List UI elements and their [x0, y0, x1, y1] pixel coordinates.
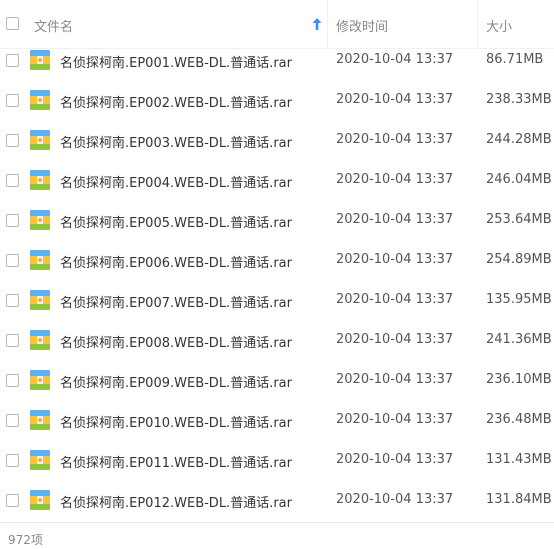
rar-archive-icon: [30, 250, 50, 270]
file-size: 236.10MB: [486, 372, 552, 387]
table-row[interactable]: 名侦探柯南.EP005.WEB-DL.普通话.rar 2020-10-04 13:…: [0, 201, 554, 241]
file-name[interactable]: 名侦探柯南.EP003.WEB-DL.普通话.rar: [60, 132, 292, 151]
modified-time: 2020-10-04 13:37: [336, 92, 454, 107]
rar-archive-icon: [30, 450, 50, 470]
item-count: 972项: [8, 533, 43, 547]
modified-time: 2020-10-04 13:37: [336, 492, 454, 507]
file-name[interactable]: 名侦探柯南.EP011.WEB-DL.普通话.rar: [60, 452, 292, 471]
row-checkbox[interactable]: [6, 374, 19, 387]
table-row[interactable]: 名侦探柯南.EP008.WEB-DL.普通话.rar 2020-10-04 13:…: [0, 321, 554, 361]
modified-time: 2020-10-04 13:37: [336, 452, 454, 467]
table-row[interactable]: 名侦探柯南.EP004.WEB-DL.普通话.rar 2020-10-04 13:…: [0, 161, 554, 201]
table-row[interactable]: 名侦探柯南.EP007.WEB-DL.普通话.rar 2020-10-04 13:…: [0, 281, 554, 321]
table-row[interactable]: 名侦探柯南.EP012.WEB-DL.普通话.rar 2020-10-04 13:…: [0, 481, 554, 521]
file-name[interactable]: 名侦探柯南.EP012.WEB-DL.普通话.rar: [60, 492, 292, 511]
file-size: 131.84MB: [486, 492, 552, 507]
rar-archive-icon: [30, 130, 50, 150]
row-checkbox[interactable]: [6, 294, 19, 307]
row-checkbox[interactable]: [6, 254, 19, 267]
arrow-up-icon[interactable]: [311, 17, 323, 31]
file-size: 246.04MB: [486, 172, 552, 187]
modified-time: 2020-10-04 13:37: [336, 372, 454, 387]
file-size: 244.28MB: [486, 132, 552, 147]
footer-divider: [0, 522, 554, 523]
rar-archive-icon: [30, 490, 50, 510]
modified-time: 2020-10-04 13:37: [336, 52, 454, 67]
rar-archive-icon: [30, 90, 50, 110]
file-list: 文件名 修改时间 大小 名侦探柯南.EP001.WEB-DL.普通话.rar 20…: [0, 0, 554, 549]
file-name[interactable]: 名侦探柯南.EP007.WEB-DL.普通话.rar: [60, 292, 292, 311]
file-name[interactable]: 名侦探柯南.EP008.WEB-DL.普通话.rar: [60, 332, 292, 351]
rar-archive-icon: [30, 290, 50, 310]
file-size: 253.64MB: [486, 212, 552, 227]
row-checkbox[interactable]: [6, 334, 19, 347]
rar-archive-icon: [30, 370, 50, 390]
rar-archive-icon: [30, 170, 50, 190]
file-size: 254.89MB: [486, 252, 552, 267]
file-name[interactable]: 名侦探柯南.EP010.WEB-DL.普通话.rar: [60, 412, 292, 431]
modified-time: 2020-10-04 13:37: [336, 412, 454, 427]
table-row[interactable]: 名侦探柯南.EP010.WEB-DL.普通话.rar 2020-10-04 13:…: [0, 401, 554, 441]
rar-archive-icon: [30, 50, 50, 70]
rar-archive-icon: [30, 330, 50, 350]
row-checkbox[interactable]: [6, 454, 19, 467]
file-size: 241.36MB: [486, 332, 552, 347]
column-header-time-label: 修改时间: [336, 20, 389, 35]
modified-time: 2020-10-04 13:37: [336, 172, 454, 187]
rar-archive-icon: [30, 210, 50, 230]
column-header-size-label: 大小: [486, 20, 513, 35]
table-row[interactable]: 名侦探柯南.EP003.WEB-DL.普通话.rar 2020-10-04 13:…: [0, 121, 554, 161]
select-all-checkbox[interactable]: [6, 17, 19, 30]
row-checkbox[interactable]: [6, 414, 19, 427]
row-checkbox[interactable]: [6, 134, 19, 147]
row-checkbox[interactable]: [6, 494, 19, 507]
file-size: 238.33MB: [486, 92, 552, 107]
table-row[interactable]: 名侦探柯南.EP002.WEB-DL.普通话.rar 2020-10-04 13:…: [0, 81, 554, 121]
column-header-name-label: 文件名: [34, 20, 74, 35]
file-size: 236.48MB: [486, 412, 552, 427]
file-name[interactable]: 名侦探柯南.EP006.WEB-DL.普通话.rar: [60, 252, 292, 271]
file-size: 131.43MB: [486, 452, 552, 467]
modified-time: 2020-10-04 13:37: [336, 132, 454, 147]
rar-archive-icon: [30, 410, 50, 430]
modified-time: 2020-10-04 13:37: [336, 212, 454, 227]
file-name[interactable]: 名侦探柯南.EP004.WEB-DL.普通话.rar: [60, 172, 292, 191]
file-name[interactable]: 名侦探柯南.EP005.WEB-DL.普通话.rar: [60, 212, 292, 231]
file-size: 135.95MB: [486, 292, 552, 307]
modified-time: 2020-10-04 13:37: [336, 332, 454, 347]
row-checkbox[interactable]: [6, 94, 19, 107]
table-row[interactable]: 名侦探柯南.EP006.WEB-DL.普通话.rar 2020-10-04 13:…: [0, 241, 554, 281]
table-row[interactable]: 名侦探柯南.EP009.WEB-DL.普通话.rar 2020-10-04 13:…: [0, 361, 554, 401]
file-rows: 名侦探柯南.EP001.WEB-DL.普通话.rar 2020-10-04 13:…: [0, 41, 554, 521]
modified-time: 2020-10-04 13:37: [336, 252, 454, 267]
row-checkbox[interactable]: [6, 214, 19, 227]
row-checkbox[interactable]: [6, 174, 19, 187]
row-checkbox[interactable]: [6, 54, 19, 67]
modified-time: 2020-10-04 13:37: [336, 292, 454, 307]
file-name[interactable]: 名侦探柯南.EP009.WEB-DL.普通话.rar: [60, 372, 292, 391]
file-name[interactable]: 名侦探柯南.EP001.WEB-DL.普通话.rar: [60, 52, 292, 71]
file-size: 86.71MB: [486, 52, 544, 67]
table-row[interactable]: 名侦探柯南.EP011.WEB-DL.普通话.rar 2020-10-04 13:…: [0, 441, 554, 481]
table-row[interactable]: 名侦探柯南.EP001.WEB-DL.普通话.rar 2020-10-04 13:…: [0, 41, 554, 81]
file-name[interactable]: 名侦探柯南.EP002.WEB-DL.普通话.rar: [60, 92, 292, 111]
